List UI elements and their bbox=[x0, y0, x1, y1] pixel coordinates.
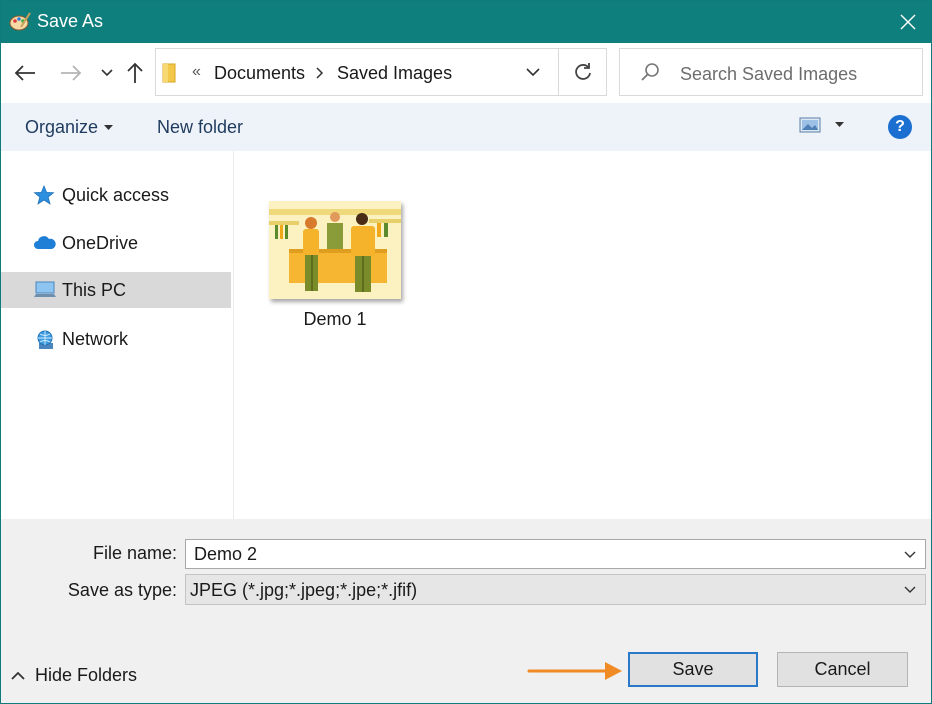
search-box[interactable]: Search Saved Images bbox=[619, 48, 923, 96]
save-type-select[interactable]: JPEG (*.jpg;*.jpeg;*.jpe;*.jfif) bbox=[185, 574, 926, 605]
back-button[interactable] bbox=[13, 61, 37, 85]
new-folder-button[interactable]: New folder bbox=[157, 117, 243, 138]
file-name-value[interactable]: Demo 2 bbox=[194, 544, 257, 565]
organize-label: Organize bbox=[25, 117, 99, 137]
save-type-field-label: Save as type: bbox=[67, 580, 177, 600]
sidebar-item-label: Quick access bbox=[62, 185, 170, 205]
view-thumbnail-icon bbox=[799, 117, 821, 133]
refresh-button[interactable] bbox=[558, 49, 606, 95]
window-title: Save As bbox=[37, 11, 104, 31]
search-icon bbox=[640, 62, 660, 87]
forward-button[interactable] bbox=[59, 61, 83, 85]
navigation-pane: Quick access OneDrive This PC Network bbox=[1, 151, 234, 519]
breadcrumb-saved-images[interactable]: Saved Images bbox=[337, 63, 452, 84]
title-bar: Save As bbox=[1, 1, 931, 43]
sidebar-item-label: This PC bbox=[62, 280, 127, 300]
save-options-panel: File name: Demo 2 Save as type: JPEG (*.… bbox=[1, 519, 931, 703]
file-name-dropdown-button[interactable] bbox=[903, 548, 917, 562]
back-arrow-icon bbox=[14, 65, 35, 81]
chevron-down-icon bbox=[101, 69, 113, 77]
file-name-label: Demo 1 bbox=[303, 309, 367, 329]
hide-folders-button[interactable]: Hide Folders bbox=[11, 665, 137, 686]
help-button[interactable]: ? bbox=[888, 115, 912, 139]
address-overflow[interactable]: « bbox=[192, 63, 201, 81]
save-type-dropdown-button[interactable] bbox=[903, 583, 917, 597]
caret-down-icon bbox=[104, 124, 114, 130]
forward-arrow-icon bbox=[61, 65, 82, 81]
arrow-pointer-icon bbox=[527, 662, 622, 680]
chevron-down-icon bbox=[904, 586, 916, 593]
network-icon bbox=[33, 329, 55, 349]
refresh-icon bbox=[574, 63, 591, 80]
image-thumbnail bbox=[269, 201, 401, 299]
cancel-button[interactable]: Cancel bbox=[777, 652, 908, 687]
command-toolbar: Organize New folder ? bbox=[1, 103, 931, 151]
file-name-field-label: File name: bbox=[92, 543, 177, 563]
address-bar[interactable]: « Documents Saved Images bbox=[155, 48, 607, 96]
sidebar-item-network[interactable]: Network bbox=[1, 321, 231, 357]
up-arrow-icon bbox=[127, 62, 143, 83]
file-list: Demo 1 bbox=[235, 151, 931, 519]
computer-icon bbox=[33, 280, 56, 300]
close-button[interactable] bbox=[885, 1, 931, 43]
sidebar-item-onedrive[interactable]: OneDrive bbox=[1, 225, 231, 261]
change-view-button[interactable] bbox=[799, 117, 844, 133]
save-as-dialog: Save As « Documents Saved Images Search … bbox=[0, 0, 932, 704]
address-dropdown-button[interactable] bbox=[522, 61, 544, 83]
search-placeholder: Search Saved Images bbox=[680, 64, 858, 84]
sidebar-item-this-pc[interactable]: This PC bbox=[1, 272, 231, 308]
chevron-down-icon bbox=[526, 67, 540, 76]
save-type-value: JPEG (*.jpg;*.jpeg;*.jpe;*.jfif) bbox=[190, 580, 418, 600]
file-name-field[interactable]: Demo 2 bbox=[185, 539, 926, 569]
breadcrumb-separator-icon[interactable] bbox=[316, 63, 324, 84]
caret-down-icon bbox=[835, 122, 844, 127]
chevron-down-icon bbox=[904, 551, 916, 558]
close-icon bbox=[900, 14, 916, 30]
sidebar-item-quick-access[interactable]: Quick access bbox=[1, 177, 231, 213]
navigation-bar: « Documents Saved Images Search Saved Im… bbox=[1, 43, 931, 103]
paint-palette-icon bbox=[9, 11, 31, 33]
up-button[interactable] bbox=[123, 61, 147, 85]
breadcrumb-documents[interactable]: Documents bbox=[214, 63, 305, 84]
star-icon bbox=[33, 184, 55, 205]
organize-menu-button[interactable]: Organize bbox=[25, 117, 114, 138]
sidebar-item-label: Network bbox=[62, 329, 129, 349]
sidebar-item-label: OneDrive bbox=[62, 233, 139, 253]
save-button[interactable]: Save bbox=[628, 652, 758, 687]
file-item-demo-1[interactable]: Demo 1 bbox=[267, 199, 403, 339]
recent-locations-button[interactable] bbox=[95, 61, 119, 85]
chevron-up-icon bbox=[11, 671, 25, 680]
cloud-icon bbox=[33, 233, 56, 253]
hide-folders-label: Hide Folders bbox=[35, 665, 138, 685]
folder-icon bbox=[162, 63, 176, 88]
